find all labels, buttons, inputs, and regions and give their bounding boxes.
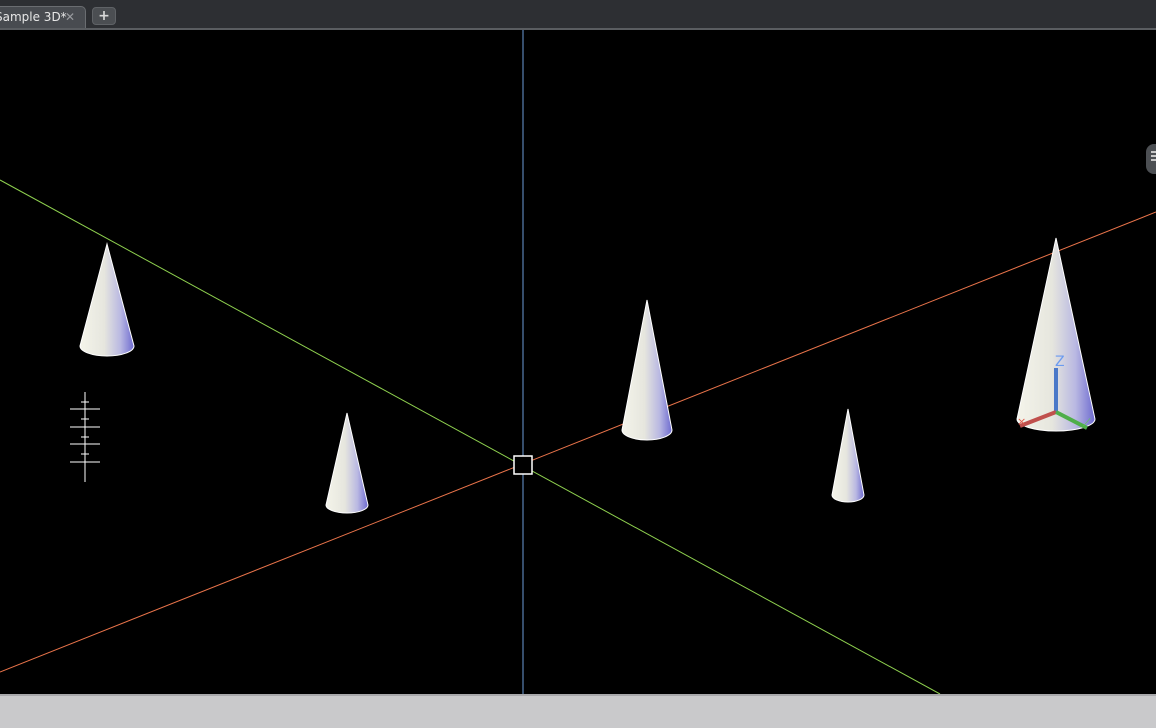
x-axis-line	[0, 211, 1156, 673]
close-icon[interactable]: ✕	[65, 9, 75, 25]
tab-label: Sample 3D*	[0, 10, 67, 24]
ucs-y-mark: ⟋	[1083, 416, 1091, 429]
viewport-canvas: × ⟋ Z	[0, 30, 1156, 694]
marker-glyph	[70, 392, 100, 482]
new-tab-button[interactable]: +	[92, 7, 116, 25]
cone-3[interactable]	[621, 299, 673, 441]
ucs-x-mark: ×	[1017, 415, 1026, 428]
cone-4[interactable]	[831, 408, 865, 503]
tab-sample-3d[interactable]: Sample 3D* ✕	[0, 6, 86, 28]
cone-1[interactable]	[79, 242, 135, 357]
crosshair-pickbox	[513, 455, 533, 475]
model-viewport[interactable]: × ⟋ Z	[0, 30, 1156, 694]
drawing-tab-bar: Sample 3D* ✕ +	[0, 0, 1156, 30]
navigation-bar-handle[interactable]	[1146, 144, 1156, 174]
cone-2[interactable]	[325, 412, 369, 514]
y-axis-line	[0, 179, 941, 694]
status-bar	[0, 694, 1156, 728]
ucs-z-label: Z	[1055, 354, 1065, 370]
